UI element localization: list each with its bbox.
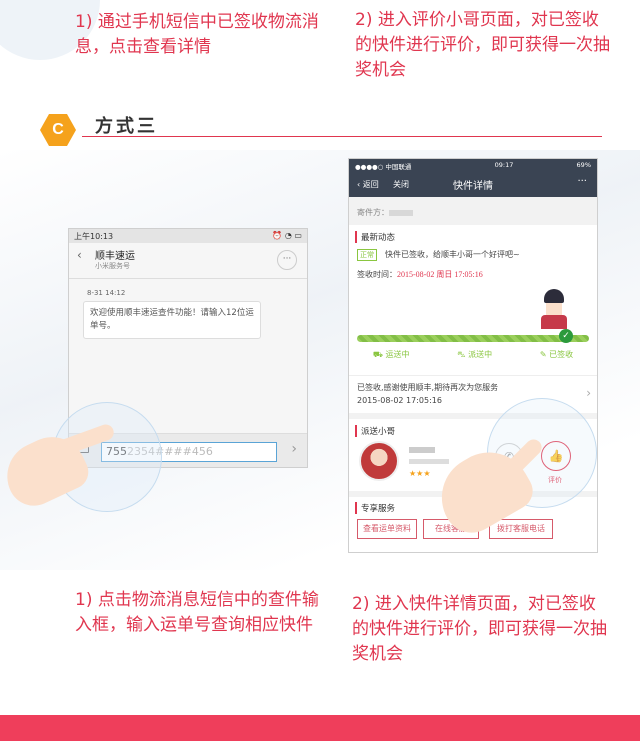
courier-photo [359, 441, 399, 481]
back-arrow-icon[interactable]: ‹ [77, 248, 82, 262]
app-time: 09:17 [494, 161, 514, 169]
app-status-bar: ●●●●○ 中国联通 09:17 69% [349, 159, 597, 171]
latest-section: 最新动态 正常 快件已签收，给顺丰小哥一个好评吧~ 签收时间：2015-08-0… [349, 225, 597, 375]
send-chevron-icon[interactable]: › [291, 441, 297, 457]
sender-label: 寄件方： [357, 208, 389, 217]
latest-title: 最新动态 [355, 231, 395, 243]
section-title: 方式三 [95, 116, 158, 137]
app-carrier: ●●●●○ 中国联通 [355, 163, 412, 171]
nav-more-icon[interactable]: ··· [577, 176, 587, 187]
check-badge-icon: ✓ [559, 329, 573, 343]
message-time: 8-31 14:12 [87, 289, 126, 297]
scooter-icon: ⛍ [457, 350, 469, 359]
stage-delivering-label: 派送中 [468, 350, 493, 359]
stage-signed: ✎ 已签收 [540, 349, 573, 360]
sender-blurred [389, 209, 413, 216]
sign-time: 2015-08-02 周日 17:05:16 [397, 270, 483, 279]
contact-sub: 小米服务号 [95, 262, 130, 270]
rating-stars-icon: ★★★ [409, 469, 431, 478]
sms-status-time: 上午10:13 [74, 232, 114, 241]
stage-transit: ⛟ 运送中 [373, 349, 410, 360]
courier-avatar-icon [541, 289, 567, 329]
service-title: 专享服务 [355, 502, 395, 514]
latest-tag: 正常 [357, 249, 377, 261]
section-header: C 方式三 [40, 110, 602, 150]
truck-icon: ⛟ [372, 350, 386, 359]
status-icons: ⏰ ◔ ▭ [272, 231, 302, 240]
service-title-text: 专享服务 [361, 504, 396, 514]
section-divider [82, 136, 602, 137]
app-navbar: ‹ 返回 关闭 快件详情 ··· [349, 171, 597, 197]
badge-letter: C [52, 121, 64, 138]
courier-title-text: 派送小哥 [361, 427, 396, 437]
sign-label: 签收时间： [357, 270, 397, 279]
message-text: 欢迎使用顺丰速运查件功能！请输入12位运单号。 [90, 308, 254, 331]
nav-title: 快件详情 [453, 181, 493, 192]
service-button-waybill[interactable]: 查看运单资料 [357, 519, 417, 539]
app-battery: 69% [576, 161, 591, 169]
sms-header: ‹ 顺丰速运 小米服务号 ··· [69, 243, 307, 279]
status-text: 已签收,感谢使用顺丰,期待再次为您服务 [357, 383, 499, 392]
status-chevron-icon: › [586, 386, 591, 400]
sign-icon: ✎ [539, 350, 550, 359]
more-icon[interactable]: ··· [277, 250, 297, 270]
stage-transit-label: 运送中 [385, 350, 410, 359]
latest-text: 快件已签收，给顺丰小哥一个好评吧~ [385, 250, 520, 259]
contact-name: 顺丰速运 [95, 251, 135, 262]
stage-delivering: ⛍ 派送中 [457, 349, 492, 360]
service-button-call[interactable]: 拨打客服电话 [489, 519, 553, 539]
bottom-step-1: 1) 点击物流消息短信中的查件输入框，输入运单号查询相应快件 [75, 590, 319, 635]
bottom-step-2: 2) 进入快件详情页面，对已签收的快件进行评价，即可获得一次抽奖机会 [352, 594, 607, 664]
sender-row: 寄件方： [349, 197, 597, 225]
courier-info-blurred [409, 459, 449, 464]
stage-row: ⛟ 运送中 ⛍ 派送中 ✎ 已签收 [349, 349, 597, 360]
courier-name-blurred [409, 447, 435, 453]
courier-title: 派送小哥 [355, 425, 395, 437]
stage-signed-label: 已签收 [549, 350, 574, 359]
message-bubble: 欢迎使用顺丰速运查件功能！请输入12位运单号。 [83, 301, 261, 339]
sign-row: 签收时间：2015-08-02 周日 17:05:16 [357, 269, 483, 280]
status-time: 2015-08-02 17:05:16 [357, 396, 442, 405]
sms-status-bar: 上午10:13 ⏰ ◔ ▭ [69, 229, 307, 243]
top-step-1: 1) 通过手机短信中已签收物流消息，点击查看详情 [75, 12, 319, 57]
latest-title-text: 最新动态 [361, 233, 396, 243]
hexagon-badge: C [40, 114, 76, 146]
top-step-2: 2) 进入评价小哥页面，对已签收的快件进行评价，即可获得一次抽奖机会 [355, 10, 610, 80]
footer-band [0, 715, 640, 741]
progress-track [357, 335, 589, 342]
